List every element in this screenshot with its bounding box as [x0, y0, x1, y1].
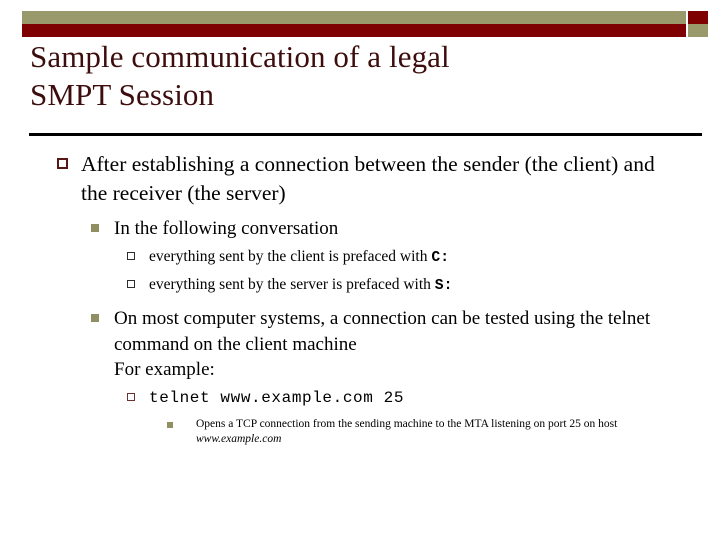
explanation-lead: Opens a TCP connection from the sending …: [196, 417, 618, 430]
bullet-level1-connection: After establishing a connection between …: [0, 150, 720, 207]
bullet-level3-client-text: everything sent by the client is preface…: [149, 246, 649, 269]
maroon-bar: [22, 24, 686, 37]
olive-cap: [688, 24, 708, 37]
bullet-level2-telnet-block: On most computer systems, a connection c…: [114, 306, 676, 382]
hollow-square-maroon-icon: [127, 393, 149, 401]
maroon-cap: [688, 11, 708, 24]
header-decoration: [22, 11, 708, 37]
bullet-level3-client-prefix: everything sent by the client is preface…: [0, 246, 720, 269]
telnet-command-text: telnet www.example.com 25: [149, 389, 405, 408]
title-divider: [29, 133, 702, 136]
bullet-level4-text: Opens a TCP connection from the sending …: [196, 417, 696, 448]
bullet-level2-text: In the following conversation: [114, 218, 339, 240]
bullet-level2-conversation: In the following conversation: [0, 216, 720, 241]
bullet-level2-telnet-text: On most computer systems, a connection c…: [114, 308, 651, 355]
client-prefix-code: C:: [431, 250, 450, 267]
bullet-level3-server-text: everything sent by the server is preface…: [149, 274, 649, 297]
slide-title: Sample communication of a legal SMPT Ses…: [30, 38, 680, 114]
slide-title-line-1: Sample communication of a legal: [30, 39, 450, 74]
hollow-square-maroon-icon: [57, 158, 81, 169]
slide-body: After establishing a connection between …: [0, 150, 720, 448]
slide-title-line-2: SMPT Session: [30, 76, 215, 112]
filled-square-olive-icon: [91, 224, 114, 232]
bullet-level4-explanation: Opens a TCP connection from the sending …: [0, 417, 720, 448]
filled-square-olive-icon: [91, 314, 114, 322]
server-prefix-code: S:: [434, 278, 453, 295]
filled-square-olive-icon: [167, 422, 196, 428]
bullet-level3-command: telnet www.example.com 25: [0, 387, 720, 410]
header-bar-top-row: [22, 11, 708, 24]
client-prefix-lead: everything sent by the client is preface…: [149, 248, 432, 266]
bullet-level2-telnet: On most computer systems, a connection c…: [0, 306, 720, 382]
bullet-level3-server-prefix: everything sent by the server is preface…: [0, 274, 720, 297]
hollow-square-dark-icon: [127, 280, 149, 288]
bullet-level1-text: After establishing a connection between …: [81, 152, 655, 205]
header-bar-bottom-row: [22, 24, 708, 37]
for-example-label: For example:: [114, 358, 215, 380]
olive-bar: [22, 11, 686, 24]
hollow-square-dark-icon: [127, 252, 149, 260]
explanation-host: www.example.com: [196, 433, 282, 446]
server-prefix-lead: everything sent by the server is preface…: [149, 276, 435, 294]
